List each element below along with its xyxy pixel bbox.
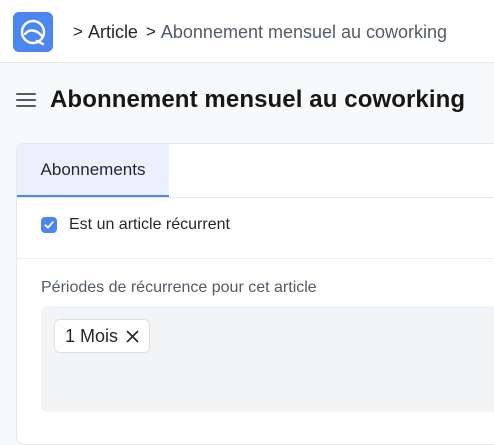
periods-field-label: Périodes de récurrence pour cet article bbox=[41, 279, 317, 296]
periods-multiselect-input[interactable]: 1 Mois bbox=[41, 306, 494, 412]
breadcrumb-separator: > bbox=[145, 22, 156, 41]
recurring-checkbox[interactable] bbox=[41, 217, 57, 233]
page-header: Abonnement mensuel au coworking bbox=[16, 82, 465, 118]
tab-bar: Abonnements bbox=[17, 144, 494, 198]
section-divider bbox=[17, 258, 494, 259]
tab-abonnements[interactable]: Abonnements bbox=[17, 144, 169, 197]
app-logo[interactable] bbox=[13, 12, 53, 52]
top-navbar: > Article > Abonnement mensuel au cowork… bbox=[0, 0, 494, 63]
remove-pill-icon[interactable] bbox=[126, 330, 139, 343]
page-title: Abonnement mensuel au coworking bbox=[50, 86, 466, 113]
period-pill: 1 Mois bbox=[54, 319, 151, 353]
logo-icon bbox=[20, 19, 46, 46]
breadcrumb: > Article > Abonnement mensuel au cowork… bbox=[73, 19, 447, 45]
sidebar-toggle-icon[interactable] bbox=[16, 92, 36, 108]
period-pill-label: 1 Mois bbox=[65, 325, 119, 346]
form-card: Abonnements Est un article récurrent Pér… bbox=[16, 143, 494, 445]
breadcrumb-current[interactable]: Abonnement mensuel au coworking bbox=[161, 22, 447, 43]
checkmark-icon bbox=[44, 221, 54, 229]
breadcrumb-separator: > bbox=[73, 22, 83, 41]
recurring-checkbox-label: Est un article récurrent bbox=[69, 216, 230, 233]
recurring-checkbox-row[interactable]: Est un article récurrent bbox=[41, 216, 230, 234]
breadcrumb-article-link[interactable]: Article bbox=[88, 22, 138, 43]
